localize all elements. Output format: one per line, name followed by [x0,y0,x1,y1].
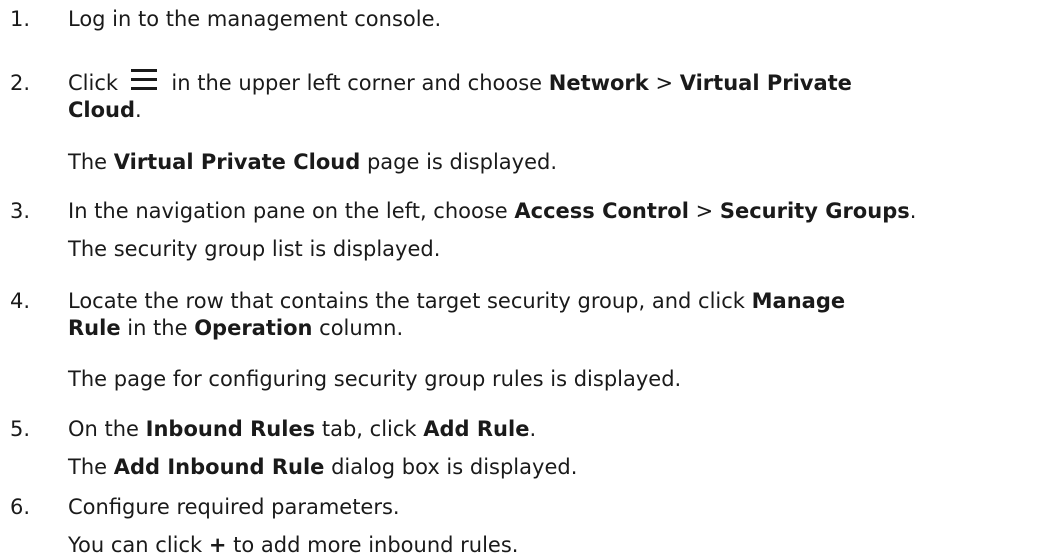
step-number: 6. [10,495,31,519]
step-text: On the Inbound Rules tab, click Add Rule… [68,417,537,441]
step-number: 4. [10,289,31,313]
step-result: The Add Inbound Rule dialog box is displ… [68,455,578,479]
step-text-continued: Rule in the Operation column. [68,316,404,340]
procedure-steps: 1. Log in to the management console. 2. … [0,0,1061,557]
step-text: Click in the upper left corner and choos… [68,69,852,95]
step-result: The page for configuring security group … [68,367,682,391]
step-text: In the navigation pane on the left, choo… [68,199,917,223]
step-result: You can click + to add more inbound rule… [68,533,519,557]
step-number: 2. [10,71,31,95]
menu-icon [130,69,157,91]
step-text-continued: Cloud. [68,98,142,122]
step-number: 3. [10,199,31,223]
step-result: The security group list is displayed. [68,237,441,261]
step-number: 1. [10,7,31,31]
step-text: Configure required parameters. [68,495,400,519]
step-result: The Virtual Private Cloud page is displa… [68,150,558,174]
step-text: Log in to the management console. [68,7,442,31]
step-text: Locate the row that contains the target … [68,289,846,313]
step-number: 5. [10,417,31,441]
